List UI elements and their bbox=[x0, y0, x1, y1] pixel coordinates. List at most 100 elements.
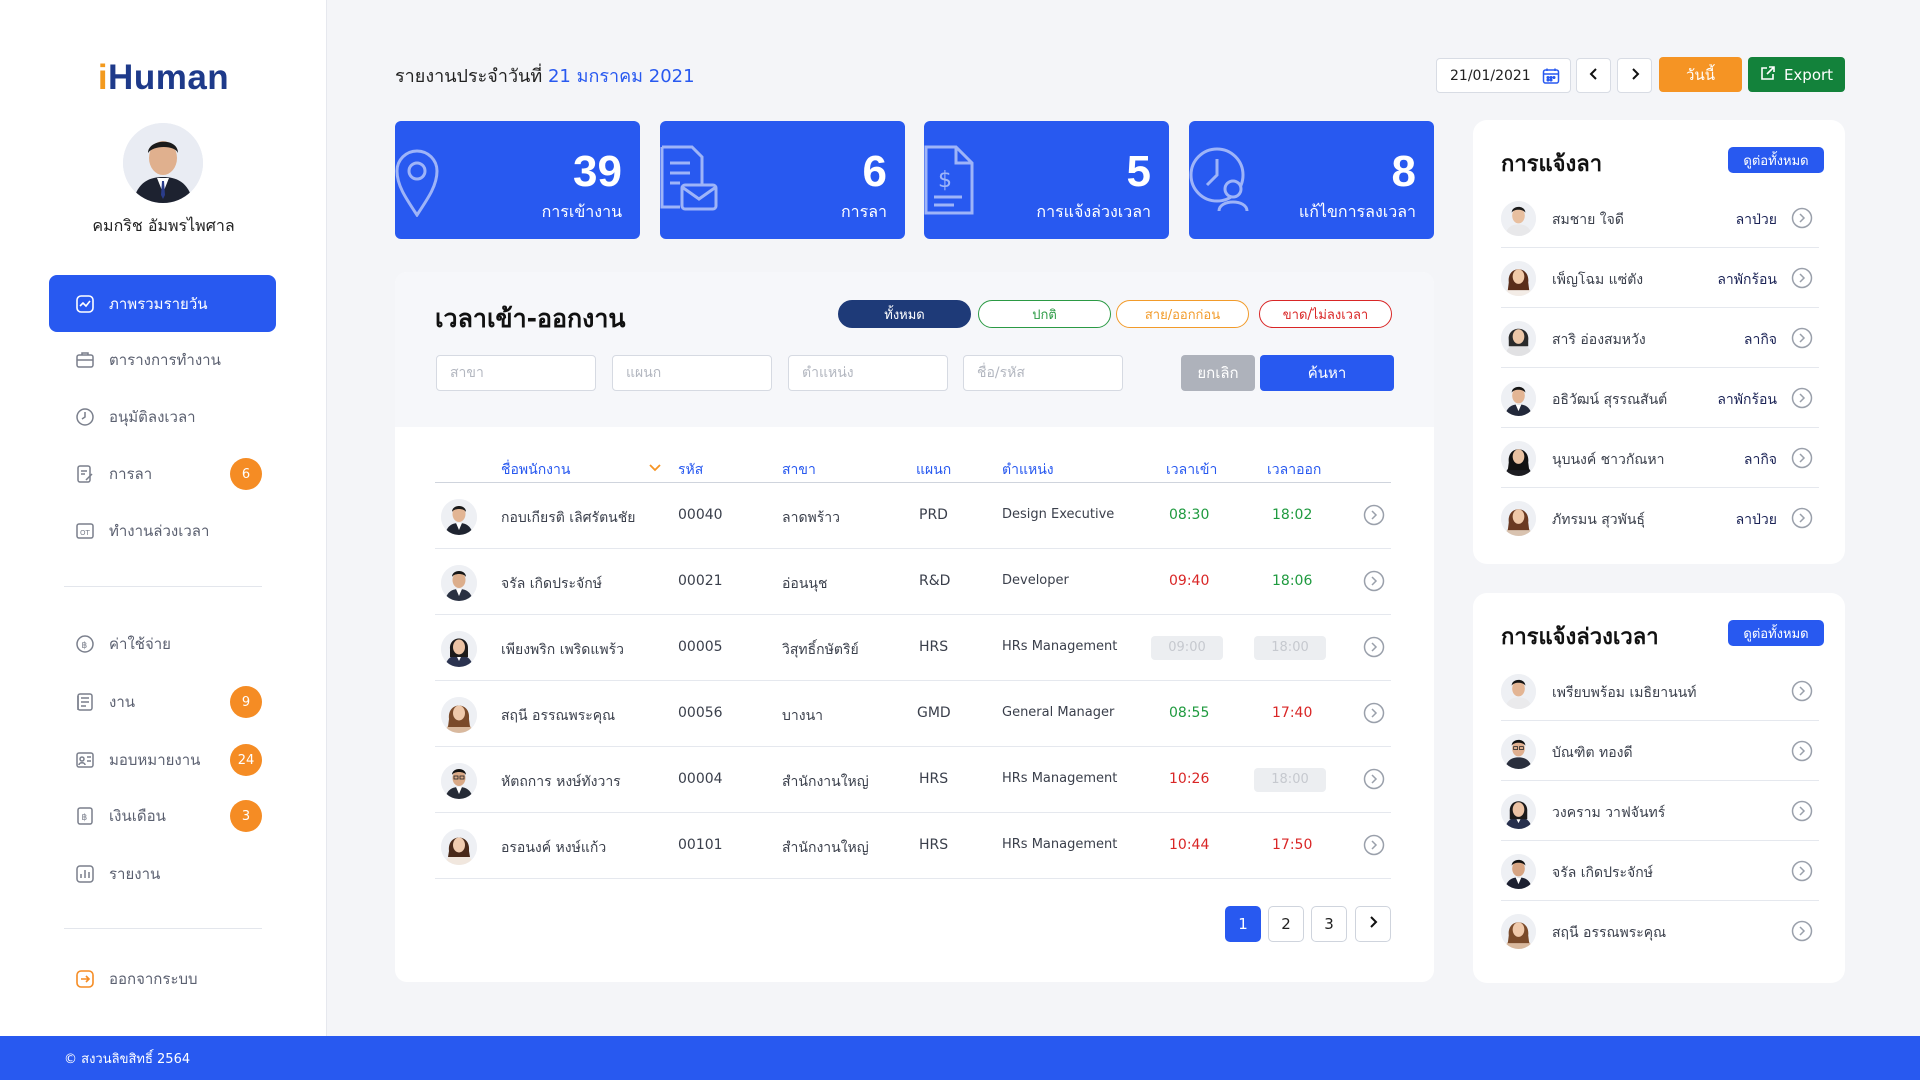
next-date-button[interactable] bbox=[1617, 58, 1652, 93]
row-detail-arrow-icon[interactable] bbox=[1791, 327, 1813, 353]
list-item[interactable]: บัณฑิต ทองดี bbox=[1501, 721, 1819, 781]
svg-text:$: $ bbox=[938, 168, 952, 193]
stat-card-overtime[interactable]: $ 5 การแจ้งล่วงเวลา bbox=[924, 121, 1169, 239]
row-detail-arrow-icon[interactable] bbox=[1791, 800, 1813, 826]
page-button-1[interactable]: 1 bbox=[1225, 906, 1261, 942]
table-row[interactable]: เพียงพริก เพริดแพร้ว 00005 วิสุทธิ์กษัตร… bbox=[435, 615, 1391, 681]
salary-icon: ฿ bbox=[75, 806, 95, 826]
employee-branch: สำนักงานใหญ่ bbox=[782, 840, 869, 856]
list-item[interactable]: อธิวัฒน์ สุรรณสันต์ ลาพักร้อน bbox=[1501, 368, 1819, 428]
list-item[interactable]: เพ็ญโฉม แซ่ตัง ลาพักร้อน bbox=[1501, 248, 1819, 308]
sidebar-item-report[interactable]: รายงาน bbox=[49, 845, 276, 902]
sidebar-item-label: ภาพรวมรายวัน bbox=[109, 294, 208, 313]
row-detail-arrow-icon[interactable] bbox=[1791, 507, 1813, 533]
row-detail-arrow-icon[interactable] bbox=[1791, 680, 1813, 706]
sidebar-divider bbox=[64, 586, 262, 587]
row-detail-arrow-icon[interactable] bbox=[1363, 570, 1385, 596]
list-item[interactable]: นุบนงค์ ชาวกัณหา ลากิจ bbox=[1501, 428, 1819, 488]
user-avatar[interactable] bbox=[123, 123, 203, 203]
filter-late-early[interactable]: สาย/ออกก่อน bbox=[1116, 300, 1249, 328]
sidebar-item-leave[interactable]: การลา 6 bbox=[49, 445, 276, 502]
table-row[interactable]: กอบเกียรติ เลิศรัตนชัย 00040 ลาดพร้าว PR… bbox=[435, 483, 1391, 549]
column-header-name[interactable]: ชื่อพนักงาน bbox=[501, 459, 570, 481]
assign-icon bbox=[75, 750, 95, 770]
next-page-button[interactable] bbox=[1355, 906, 1391, 942]
row-detail-arrow-icon[interactable] bbox=[1791, 740, 1813, 766]
column-header-time-in[interactable]: เวลาเข้า bbox=[1166, 459, 1217, 481]
cancel-button[interactable]: ยกเลิก bbox=[1181, 355, 1255, 391]
column-header-time-out[interactable]: เวลาออก bbox=[1267, 459, 1321, 481]
employee-branch: สำนักงานใหญ่ bbox=[782, 774, 869, 790]
table-row[interactable]: อรอนงค์ หงษ์แก้ว 00101 สำนักงานใหญ่ HRS … bbox=[435, 813, 1391, 879]
sidebar-item-label: ทำงานล่วงเวลา bbox=[109, 521, 210, 540]
list-item[interactable]: สฤนี อรรณพระคุณ bbox=[1501, 901, 1819, 967]
list-item[interactable]: จรัล เกิดประจักษ์ bbox=[1501, 841, 1819, 901]
row-detail-arrow-icon[interactable] bbox=[1791, 267, 1813, 293]
column-header-branch[interactable]: สาขา bbox=[782, 459, 816, 481]
calendar-icon[interactable] bbox=[1542, 67, 1560, 89]
list-item[interactable]: สาริ อ่องสมหวัง ลากิจ bbox=[1501, 308, 1819, 368]
column-header-position[interactable]: ตำแหน่ง bbox=[1002, 459, 1054, 481]
column-header-code[interactable]: รหัส bbox=[678, 459, 703, 481]
branch-field[interactable]: สาขา bbox=[436, 355, 596, 391]
row-detail-arrow-icon[interactable] bbox=[1363, 834, 1385, 860]
row-detail-arrow-icon[interactable] bbox=[1791, 447, 1813, 473]
search-button[interactable]: ค้นหา bbox=[1260, 355, 1394, 391]
row-detail-arrow-icon[interactable] bbox=[1363, 504, 1385, 530]
tasks-count-badge: 9 bbox=[230, 686, 262, 718]
employee-code: 00004 bbox=[678, 771, 723, 787]
department-field[interactable]: แผนก bbox=[612, 355, 772, 391]
page-button-2[interactable]: 2 bbox=[1268, 906, 1304, 942]
employee-code: 00005 bbox=[678, 639, 723, 655]
filter-absent[interactable]: ขาด/ไม่ลงเวลา bbox=[1259, 300, 1392, 328]
stat-card-leave[interactable]: 6 การลา bbox=[660, 121, 905, 239]
list-item[interactable]: สมชาย ใจดี ลาป่วย bbox=[1501, 188, 1819, 248]
table-row[interactable]: หัตถการ หงษ์ทังวาร 00004 สำนักงานใหญ่ HR… bbox=[435, 747, 1391, 813]
stat-card-time-correction[interactable]: 8 แก้ไขการลงเวลา bbox=[1189, 121, 1434, 239]
attendance-title: เวลาเข้า-ออกงาน bbox=[435, 304, 626, 333]
date-picker-input[interactable]: 21/01/2021 bbox=[1436, 58, 1571, 93]
prev-date-button[interactable] bbox=[1576, 58, 1611, 93]
table-row[interactable]: สฤนี อรรณพระคุณ 00056 บางนา GMD General … bbox=[435, 681, 1391, 747]
position-field[interactable]: ตำแหน่ง bbox=[788, 355, 948, 391]
filter-all[interactable]: ทั้งหมด bbox=[838, 300, 971, 328]
list-item[interactable]: ภัทรมน สุวพันธุ์ ลาป่วย bbox=[1501, 488, 1819, 548]
page-button-3[interactable]: 3 bbox=[1311, 906, 1347, 942]
sort-down-icon[interactable] bbox=[649, 461, 661, 477]
row-detail-arrow-icon[interactable] bbox=[1363, 636, 1385, 662]
stat-value: 8 bbox=[1391, 147, 1416, 196]
filter-normal[interactable]: ปกติ bbox=[978, 300, 1111, 328]
leave-type: ลากิจ bbox=[1743, 332, 1777, 348]
row-detail-arrow-icon[interactable] bbox=[1363, 702, 1385, 728]
overtime-see-all-button[interactable]: ดูต่อทั้งหมด bbox=[1728, 620, 1824, 646]
today-button[interactable]: วันนี้ bbox=[1659, 57, 1742, 92]
employee-avatar bbox=[1501, 914, 1536, 949]
row-detail-arrow-icon[interactable] bbox=[1791, 387, 1813, 413]
row-detail-arrow-icon[interactable] bbox=[1363, 768, 1385, 794]
column-header-department[interactable]: แผนก bbox=[916, 459, 951, 481]
list-item[interactable]: เพรียบพร้อม เมธิยานนท์ bbox=[1501, 661, 1819, 721]
sidebar-item-daily-overview[interactable]: ภาพรวมรายวัน bbox=[49, 275, 276, 332]
sidebar-item-schedule[interactable]: ตารางการทำงาน bbox=[49, 331, 276, 388]
row-detail-arrow-icon[interactable] bbox=[1791, 860, 1813, 886]
list-item[interactable]: วงคราม วาฟจันทร์ bbox=[1501, 781, 1819, 841]
row-detail-arrow-icon[interactable] bbox=[1791, 920, 1813, 946]
time-in: 10:26 bbox=[1169, 771, 1210, 787]
stat-card-attendance[interactable]: 39 การเข้างาน bbox=[395, 121, 640, 239]
table-row[interactable]: จรัล เกิดประจักษ์ 00021 อ่อนนุช R&D Deve… bbox=[435, 549, 1391, 615]
app-logo[interactable]: iHuman bbox=[0, 58, 327, 98]
employee-name: กอบเกียรติ เลิศรัตนชัย bbox=[501, 510, 636, 526]
export-button[interactable]: Export bbox=[1748, 57, 1845, 92]
sidebar-item-overtime[interactable]: OT ทำงานล่วงเวลา bbox=[49, 502, 276, 559]
sidebar-item-tasks[interactable]: งาน 9 bbox=[49, 673, 276, 730]
name-code-field[interactable]: ชื่อ/รหัส bbox=[963, 355, 1123, 391]
attendance-panel: เวลาเข้า-ออกงาน ทั้งหมด ปกติ สาย/ออกก่อน… bbox=[395, 272, 1434, 982]
row-detail-arrow-icon[interactable] bbox=[1791, 207, 1813, 233]
leave-see-all-button[interactable]: ดูต่อทั้งหมด bbox=[1728, 147, 1824, 173]
sidebar-item-salary[interactable]: ฿ เงินเดือน 3 bbox=[49, 787, 276, 844]
sidebar-item-logout[interactable]: ออกจากระบบ bbox=[49, 950, 276, 1007]
sidebar-item-approve-time[interactable]: อนุมัติลงเวลา bbox=[49, 388, 276, 445]
sidebar-item-assign[interactable]: มอบหมายงาน 24 bbox=[49, 731, 276, 788]
stat-value: 5 bbox=[1126, 147, 1151, 196]
sidebar-item-expense[interactable]: ฿ ค่าใช้จ่าย bbox=[49, 615, 276, 672]
